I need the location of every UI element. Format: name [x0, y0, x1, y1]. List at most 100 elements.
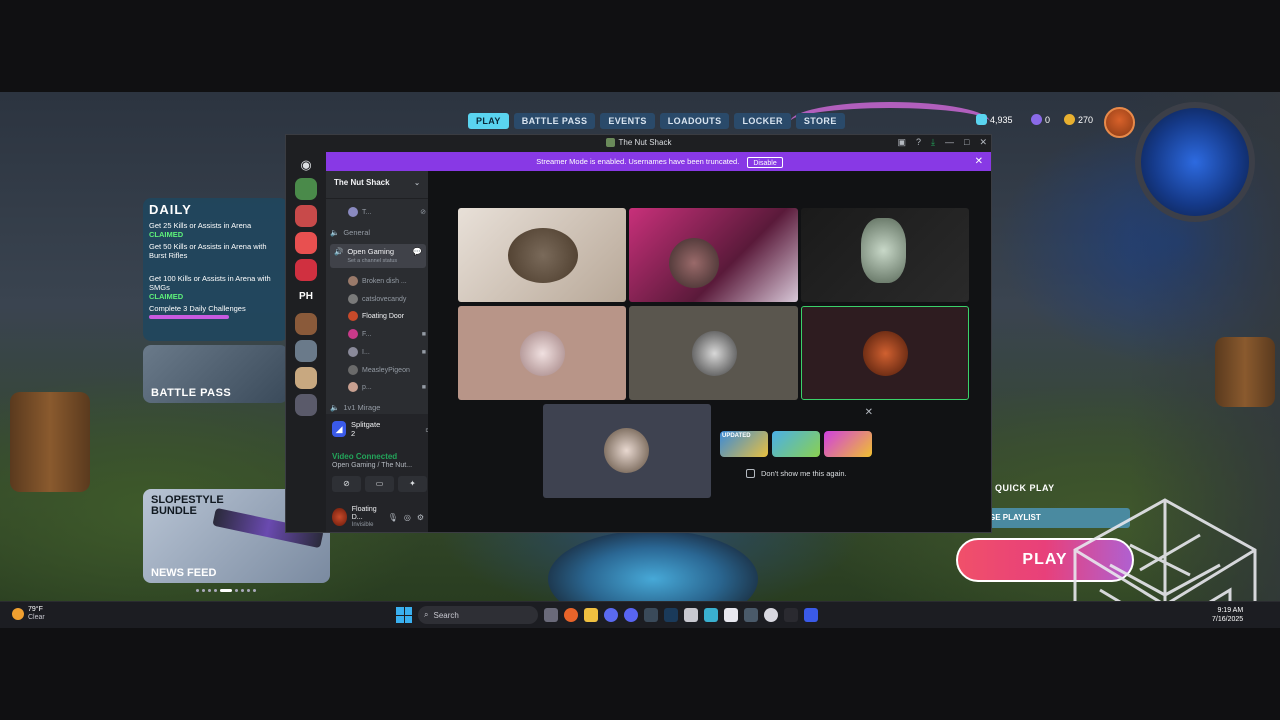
splitgate-icon[interactable]	[804, 608, 818, 622]
user-panel[interactable]: Floating D... Invisible 🎙 ◎ ⚙	[332, 506, 424, 528]
voice-user-row[interactable]: Broken dish ...	[348, 276, 426, 286]
carousel-dot[interactable]	[253, 589, 256, 592]
voice-user-row[interactable]: I... ■	[348, 347, 426, 357]
voice-user-row[interactable]: MeasleyPigeon	[348, 365, 426, 375]
quick-play-label[interactable]: QUICK PLAY	[995, 483, 1055, 493]
video-tile-self[interactable]	[543, 404, 711, 498]
server-item[interactable]	[295, 367, 317, 389]
taskbar-search[interactable]: ⌕ Search	[418, 606, 538, 624]
activity-row[interactable]: ◢ Splitgate 2 ▭	[332, 420, 432, 438]
server-item[interactable]	[295, 394, 317, 416]
voice-user-row[interactable]: F... ■	[348, 329, 426, 339]
close-icon[interactable]: ✕	[979, 137, 987, 148]
discord-home-icon[interactable]: ◉	[295, 157, 317, 173]
microphone-icon[interactable]: 🎙	[388, 513, 398, 522]
app-icon[interactable]	[724, 608, 738, 622]
channel-status[interactable]: Set a channel status	[347, 258, 397, 264]
voice-user-row[interactable]: Floating Door	[348, 311, 426, 321]
video-tile-person[interactable]	[801, 208, 969, 302]
system-clock[interactable]: 9:19 AM 7/16/2025	[1212, 606, 1243, 624]
app-icon[interactable]	[784, 608, 798, 622]
video-connected-status[interactable]: Video Connected	[332, 452, 397, 461]
server-item[interactable]	[295, 232, 317, 254]
video-tile-cat[interactable]	[458, 208, 626, 302]
video-tile-speaking[interactable]	[801, 306, 969, 400]
channel-general[interactable]: 🔈 General	[330, 228, 426, 237]
game-thumbnail[interactable]	[772, 431, 820, 457]
app-icon[interactable]	[704, 608, 718, 622]
video-tile-stream[interactable]	[629, 208, 798, 302]
carousel-dot[interactable]	[241, 589, 244, 592]
firefox-icon[interactable]	[564, 608, 578, 622]
app-icon[interactable]	[644, 608, 658, 622]
carousel-dot[interactable]	[235, 589, 238, 592]
discord-window[interactable]: The Nut Shack ▣ ? ⤓ — □ ✕ ◉ PH Streamer …	[285, 134, 992, 533]
server-nut-shack[interactable]	[295, 178, 317, 200]
help-icon[interactable]: ?	[916, 137, 921, 148]
channel-user-row[interactable]: T... ⊘	[348, 207, 426, 217]
carousel-dot[interactable]	[196, 589, 199, 592]
camera-icon: ■	[421, 330, 426, 338]
discord-icon[interactable]	[624, 608, 638, 622]
steam-icon[interactable]	[664, 608, 678, 622]
sun-icon	[12, 608, 24, 620]
game-suggestions: UPDATED	[720, 431, 872, 457]
headphones-icon[interactable]: ◎	[404, 513, 411, 522]
server-item[interactable]	[295, 340, 317, 362]
nav-locker[interactable]: LOCKER	[734, 113, 791, 129]
dont-show-option[interactable]: Don't show me this again.	[746, 469, 847, 478]
video-tile-avatar[interactable]	[458, 306, 626, 400]
nav-battle-pass[interactable]: BATTLE PASS	[513, 113, 596, 129]
server-item[interactable]	[295, 313, 317, 335]
file-explorer-icon[interactable]	[584, 608, 598, 622]
maximize-icon[interactable]: □	[964, 137, 969, 148]
server-item[interactable]	[295, 259, 317, 281]
carousel-dot[interactable]	[247, 589, 250, 592]
chat-bubble-icon[interactable]: 💬	[413, 247, 422, 256]
close-icon[interactable]: ✕	[865, 407, 873, 418]
battle-pass-card[interactable]: BATTLE PASS	[143, 345, 288, 403]
weather-widget[interactable]: 79°F Clear	[12, 606, 45, 622]
disable-streamer-button[interactable]: Disable	[747, 156, 783, 168]
challenge-4-text: Complete 3 Daily Challenges	[149, 304, 246, 313]
nav-events[interactable]: EVENTS	[600, 113, 655, 129]
channel-1v1-mirage[interactable]: 🔈 1v1 Mirage	[330, 403, 426, 412]
app-icon[interactable]	[764, 608, 778, 622]
nav-play[interactable]: PLAY	[468, 113, 509, 129]
server-item[interactable]	[295, 205, 317, 227]
carousel-dot-active[interactable]	[220, 589, 232, 592]
carousel-dots[interactable]	[196, 589, 256, 592]
activities-button[interactable]: ✦	[398, 476, 427, 492]
app-icon[interactable]	[604, 608, 618, 622]
nav-loadouts[interactable]: LOADOUTS	[659, 113, 730, 129]
carousel-dot[interactable]	[208, 589, 211, 592]
camera-off-button[interactable]: ⊘	[332, 476, 361, 492]
minimize-icon[interactable]: —	[945, 137, 954, 148]
gear-icon[interactable]: ⚙	[417, 513, 424, 522]
download-icon[interactable]: ⤓	[931, 137, 935, 148]
server-ph[interactable]: PH	[295, 286, 317, 308]
close-icon[interactable]: ✕	[975, 152, 983, 171]
inbox-icon[interactable]: ▣	[898, 137, 907, 148]
player-avatar[interactable]	[1104, 107, 1135, 138]
chevron-down-icon[interactable]: ⌄	[414, 179, 420, 187]
game-thumbnail[interactable]	[824, 431, 872, 457]
carousel-dot[interactable]	[214, 589, 217, 592]
channel-open-gaming[interactable]: 🔊 Open Gaming Set a channel status 💬	[330, 244, 426, 268]
app-icon[interactable]	[684, 608, 698, 622]
task-view-icon[interactable]	[544, 608, 558, 622]
guild-header[interactable]: The Nut Shack ⌄	[326, 171, 428, 199]
voice-user-row[interactable]: p... ■	[348, 382, 426, 392]
app-icon[interactable]	[744, 608, 758, 622]
dont-show-checkbox[interactable]	[746, 469, 755, 478]
avatar[interactable]	[332, 508, 347, 526]
share-screen-button[interactable]: ▭	[365, 476, 394, 492]
video-tile-avatar[interactable]	[629, 306, 798, 400]
nav-store[interactable]: STORE	[795, 113, 845, 129]
carousel-dot[interactable]	[202, 589, 205, 592]
premium-display: 0	[1031, 114, 1050, 125]
daily-challenges-panel[interactable]: DAILY Get 25 Kills or Assists in Arena C…	[143, 198, 288, 341]
game-thumbnail[interactable]: UPDATED	[720, 431, 768, 457]
windows-start-icon[interactable]	[396, 607, 412, 623]
voice-user-row[interactable]: catslovecandy	[348, 294, 426, 304]
